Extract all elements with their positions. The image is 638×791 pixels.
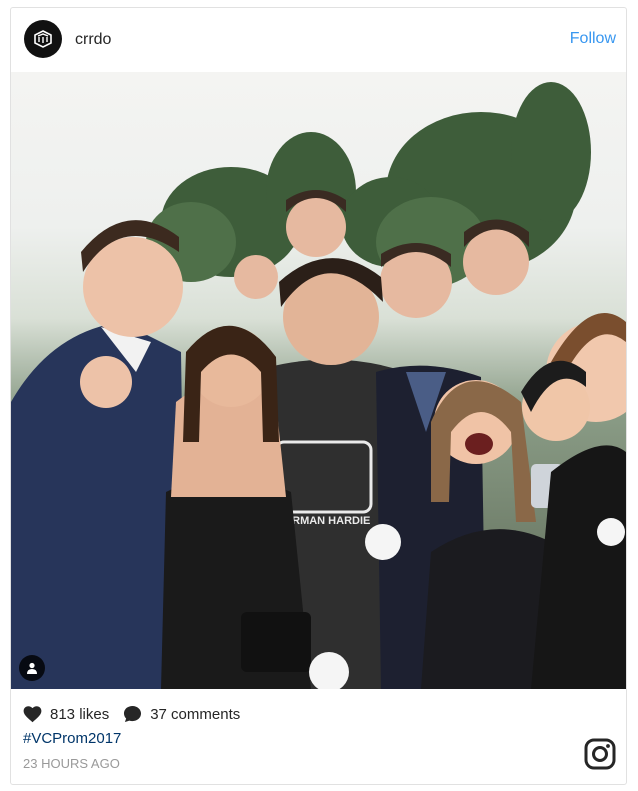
person-tag-icon [27, 662, 37, 674]
avatar[interactable] [24, 20, 62, 58]
engagement-bar: 813 likes 37 comments [23, 703, 240, 725]
group-selfie-illustration: NORMAN HARDIE [11, 82, 626, 689]
post-photo[interactable]: NORMAN HARDIE [11, 72, 626, 689]
heart-icon[interactable] [23, 705, 42, 723]
username[interactable]: crrdo [75, 31, 111, 49]
crrdo-logo-icon [34, 30, 52, 48]
instagram-icon [584, 738, 616, 770]
hashtag-link[interactable]: #VCProm2017 [23, 730, 121, 747]
likes-count: 813 likes [50, 705, 110, 723]
instagram-logo-link[interactable] [584, 738, 616, 775]
comments-count[interactable]: 37 comments [150, 706, 240, 723]
instagram-post-card: crrdo Follow NORMAN HARDIE 813 likes 37 … [10, 7, 627, 785]
comment-bubble-icon[interactable] [123, 705, 142, 723]
follow-button[interactable]: Follow [570, 30, 616, 48]
post-header: crrdo Follow [11, 8, 626, 72]
post-timestamp: 23 HOURS AGO [23, 756, 120, 771]
tagged-people-button[interactable] [19, 655, 45, 681]
